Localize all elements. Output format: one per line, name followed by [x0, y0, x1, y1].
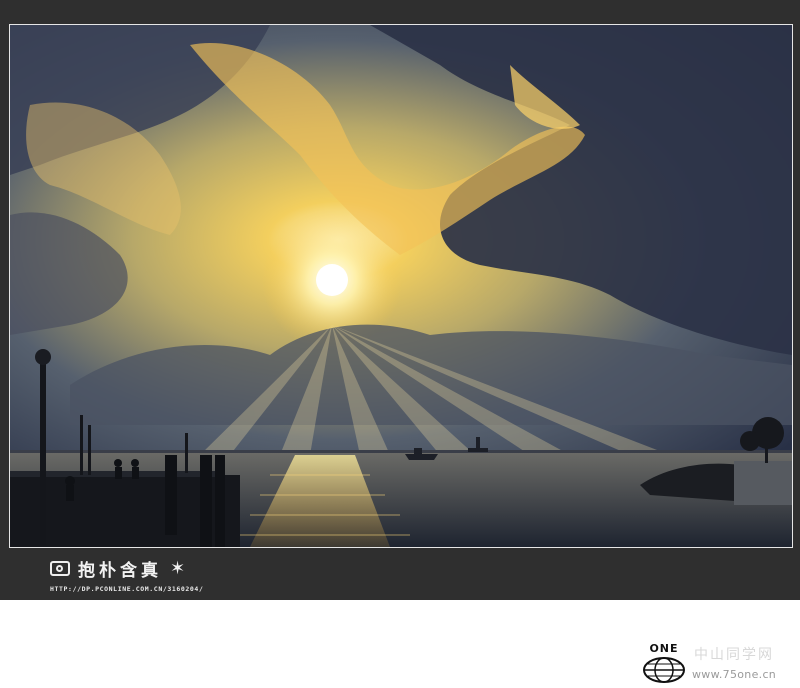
- star-burst-icon: ✶: [170, 557, 186, 579]
- watermark-site-name: 中山同学网: [694, 647, 774, 663]
- signature-text: 抱朴含真: [78, 560, 162, 581]
- camera-icon: [50, 560, 70, 576]
- sunset-photo: [9, 24, 793, 548]
- watermark-url: www.75one.cn: [692, 668, 777, 681]
- site-watermark: ONE 中山同学网 www.75one.cn: [638, 642, 798, 686]
- watermark-logo-text: ONE: [649, 642, 679, 655]
- signature-url: HTTP://DP.PCONLINE.COM.CN/3160204/: [50, 585, 204, 593]
- sunset-image: [10, 25, 792, 547]
- photo-frame: 抱朴含真 ✶ HTTP://DP.PCONLINE.COM.CN/3160204…: [0, 0, 800, 600]
- photographer-signature: 抱朴含真 ✶: [50, 556, 186, 581]
